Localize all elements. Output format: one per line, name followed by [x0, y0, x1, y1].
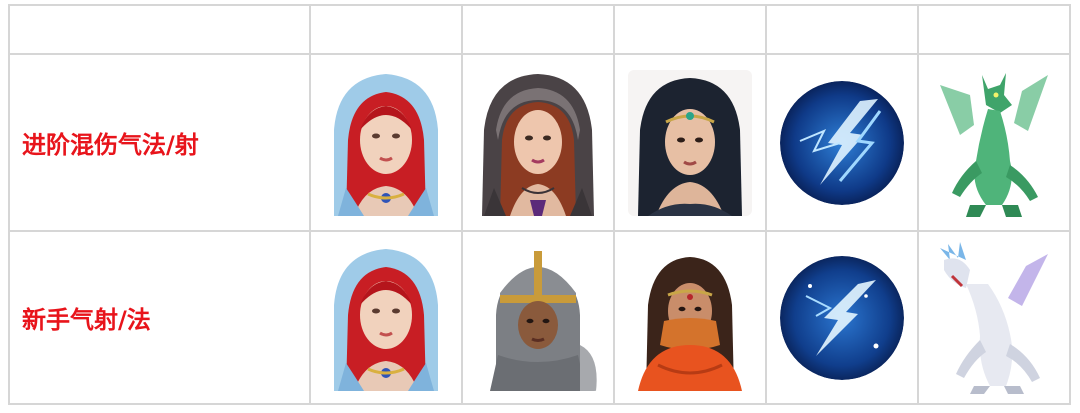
skill-cell — [765, 53, 919, 232]
hero-cell — [461, 230, 615, 405]
chainmail-helmet-warrior-portrait[interactable] — [476, 244, 600, 391]
lineup-label: 新手气射/法 — [8, 230, 311, 405]
header-cell — [613, 4, 767, 55]
header-cell — [765, 4, 919, 55]
blue-hooded-red-hair-hero-portrait[interactable] — [324, 244, 448, 391]
green-dragon-image[interactable] — [930, 64, 1058, 221]
header-row — [8, 4, 1071, 55]
ice-lightning-skill-icon[interactable] — [780, 255, 904, 380]
hero-cell — [309, 53, 463, 232]
team-lineup-table: 进阶混伤气法/射 新手气射/法 — [8, 4, 1071, 405]
dragon-cell — [917, 53, 1071, 232]
dragon-cell — [917, 230, 1071, 405]
lightning-skill-icon[interactable] — [780, 80, 904, 205]
white-crystal-dragon-image[interactable] — [930, 239, 1058, 396]
red-veiled-woman-portrait[interactable] — [628, 244, 752, 391]
hero-cell — [613, 230, 767, 405]
header-cell — [309, 4, 463, 55]
lineup-label: 进阶混伤气法/射 — [8, 53, 311, 232]
dark-hooded-brunette-hero-portrait[interactable] — [476, 69, 600, 216]
hero-cell — [309, 230, 463, 405]
hero-cell — [461, 53, 615, 232]
black-hair-tiara-hero-portrait[interactable] — [628, 69, 752, 216]
lineup-row-beginner: 新手气射/法 — [8, 230, 1071, 405]
lineup-row-advanced: 进阶混伤气法/射 — [8, 53, 1071, 232]
header-cell — [8, 4, 311, 55]
skill-cell — [765, 230, 919, 405]
header-cell — [461, 4, 615, 55]
blue-hooded-red-hair-hero-portrait[interactable] — [324, 69, 448, 216]
hero-cell — [613, 53, 767, 232]
header-cell — [917, 4, 1071, 55]
